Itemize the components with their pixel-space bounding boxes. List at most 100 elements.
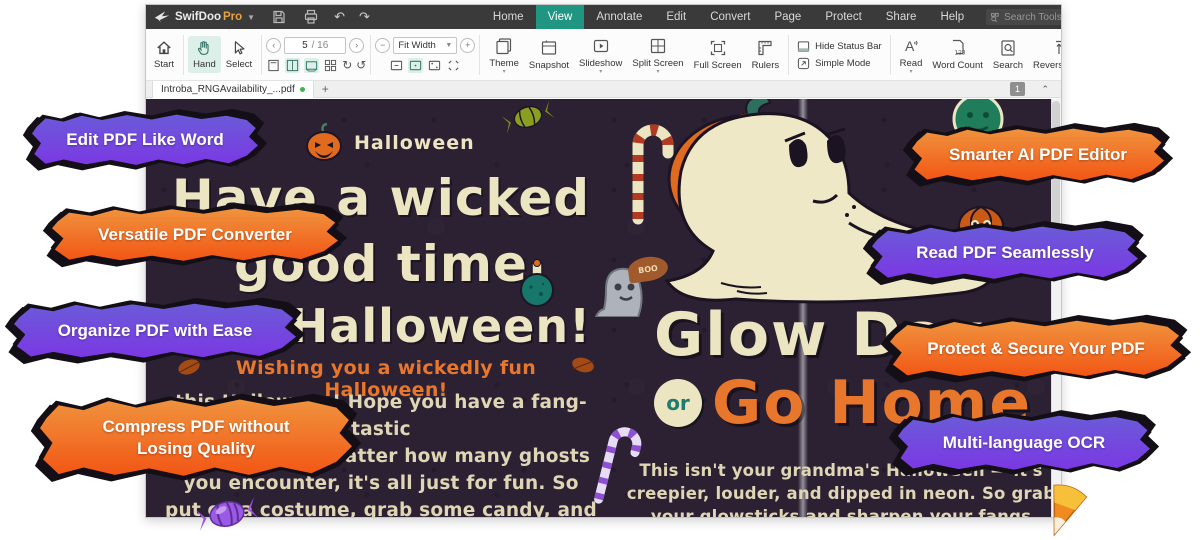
- menu-edit[interactable]: Edit: [654, 5, 698, 29]
- word-count-button[interactable]: 123 Word Count: [927, 35, 988, 74]
- menu-home[interactable]: Home: [481, 5, 536, 29]
- banner-label: Organize PDF with Ease: [42, 320, 269, 342]
- page-current: 5: [302, 40, 308, 51]
- slideshow-button[interactable]: Slideshow▾: [574, 33, 627, 77]
- select-tool-button[interactable]: Select: [221, 36, 257, 73]
- banner-label: Compress PDF without Losing Quality: [71, 416, 321, 460]
- split-screen-button[interactable]: Split Screen▾: [627, 33, 688, 77]
- view-toolbar: Start Hand Select ‹ 5 / 16 ›: [146, 29, 1061, 81]
- candy-corn-icon: [1038, 484, 1088, 538]
- fit-visible-icon[interactable]: [446, 58, 461, 73]
- purple-candy-icon: [196, 492, 258, 536]
- brand-name: SwifDooPro: [175, 11, 242, 23]
- zoom-value: Fit Width: [398, 40, 435, 51]
- hide-status-bar-icon: [797, 40, 810, 53]
- reverse-view-button[interactable]: Reverse View: [1028, 35, 1061, 74]
- banner-multilanguage-ocr: Multi-language OCR: [898, 414, 1150, 472]
- menu-protect[interactable]: Protect: [813, 5, 873, 29]
- split-screen-icon: [648, 36, 668, 56]
- green-candy-icon: [502, 99, 554, 135]
- next-page-button[interactable]: ›: [349, 38, 364, 53]
- svg-text:A: A: [905, 38, 915, 54]
- banner-label: Versatile PDF Converter: [82, 224, 308, 246]
- zoom-group: − Fit Width ▼ +: [375, 37, 475, 73]
- book-view-icon[interactable]: [304, 58, 319, 73]
- undo-icon[interactable]: ↶: [334, 10, 345, 25]
- actual-size-icon[interactable]: [389, 58, 404, 73]
- banner-read-pdf: Read PDF Seamlessly: [872, 225, 1138, 281]
- banner-smarter-ai: Smarter AI PDF Editor: [912, 127, 1164, 183]
- banner-compress-pdf: Compress PDF without Losing Quality: [40, 397, 352, 479]
- menu-help[interactable]: Help: [928, 5, 976, 29]
- banner-edit-pdf: Edit PDF Like Word: [32, 113, 258, 167]
- theme-button[interactable]: Theme▾: [484, 33, 524, 77]
- menu-view[interactable]: View: [536, 5, 585, 29]
- read-icon: A: [901, 36, 921, 56]
- menu-page[interactable]: Page: [762, 5, 813, 29]
- banner-versatile-converter: Versatile PDF Converter: [52, 207, 338, 263]
- collapse-toolbar-chevron[interactable]: ⌃: [1041, 81, 1049, 97]
- banner-protect-pdf: Protect & Secure Your PDF: [890, 319, 1182, 379]
- banner-label: Multi-language OCR: [927, 432, 1121, 454]
- print-icon[interactable]: [303, 9, 319, 25]
- single-page-view-icon[interactable]: [266, 58, 281, 73]
- search-doc-icon: [998, 38, 1018, 58]
- two-page-view-icon[interactable]: [285, 58, 300, 73]
- snapshot-icon: [539, 38, 559, 58]
- reverse-view-icon: [1052, 38, 1061, 58]
- redo-icon[interactable]: ↷: [359, 10, 370, 25]
- rotate-left-icon[interactable]: ↺: [356, 58, 366, 73]
- read-mode-button[interactable]: A Read▾: [895, 33, 928, 77]
- full-screen-icon: [708, 38, 728, 58]
- brand-edition: Pro: [223, 11, 242, 23]
- svg-text:123: 123: [954, 50, 965, 57]
- banner-organize-pdf: Organize PDF with Ease: [14, 302, 296, 360]
- menu-annotate[interactable]: Annotate: [584, 5, 654, 29]
- rotate-right-icon[interactable]: ↻: [342, 58, 352, 73]
- document-tab[interactable]: Introba_RNGAvailability_...pdf: [152, 81, 314, 98]
- search-tools-icon: [991, 13, 1000, 22]
- start-button[interactable]: Start: [149, 36, 179, 73]
- simple-mode-icon: [797, 57, 810, 70]
- simple-mode-toggle[interactable]: Simple Mode: [797, 57, 882, 70]
- new-tab-button[interactable]: +: [314, 82, 337, 96]
- fit-width-icon[interactable]: [408, 58, 423, 73]
- search-button[interactable]: Search: [988, 35, 1028, 74]
- page-navigation-group: ‹ 5 / 16 › ↻ ↺: [266, 37, 366, 73]
- full-screen-button[interactable]: Full Screen: [689, 35, 747, 74]
- snapshot-button[interactable]: Snapshot: [524, 35, 574, 74]
- saved-indicator-dot: [300, 87, 305, 92]
- poster-brand: Halloween: [354, 132, 475, 154]
- view-toggles: Hide Status Bar Simple Mode: [793, 40, 886, 70]
- banner-label: Smarter AI PDF Editor: [933, 144, 1143, 166]
- zoom-out-button[interactable]: −: [375, 38, 390, 53]
- word-count-icon: 123: [948, 38, 968, 58]
- banner-label: Edit PDF Like Word: [50, 129, 239, 151]
- hand-tool-button[interactable]: Hand: [188, 36, 221, 73]
- banner-label: Read PDF Seamlessly: [900, 242, 1110, 264]
- hide-status-bar-toggle[interactable]: Hide Status Bar: [797, 40, 882, 53]
- rulers-button[interactable]: Rulers: [747, 35, 784, 74]
- page-number-box[interactable]: 5 / 16: [284, 37, 346, 54]
- theme-icon: [494, 36, 514, 56]
- zoom-select[interactable]: Fit Width ▼: [393, 37, 457, 54]
- fit-page-icon[interactable]: [427, 58, 442, 73]
- hand-icon: [195, 39, 213, 57]
- grid-view-icon[interactable]: [323, 58, 338, 73]
- cursor-icon: [230, 39, 248, 57]
- or-circle: or: [654, 379, 702, 427]
- zoom-in-button[interactable]: +: [460, 38, 475, 53]
- main-menu: Home View Annotate Edit Convert Page Pro…: [481, 5, 976, 29]
- app-logo-icon: [154, 10, 170, 24]
- tab-title: Introba_RNGAvailability_...pdf: [161, 84, 295, 95]
- menu-convert[interactable]: Convert: [698, 5, 762, 29]
- brand-dropdown-caret[interactable]: ▼: [247, 13, 255, 22]
- banner-label: Protect & Secure Your PDF: [911, 338, 1161, 360]
- prev-page-button[interactable]: ‹: [266, 38, 281, 53]
- menu-share[interactable]: Share: [874, 5, 929, 29]
- save-icon[interactable]: [271, 9, 287, 25]
- search-tools-box[interactable]: Search Tools: [986, 9, 1061, 25]
- slideshow-icon: [591, 36, 611, 56]
- search-tools-placeholder: Search Tools: [1004, 12, 1061, 23]
- tab-bar: Introba_RNGAvailability_...pdf + 1 ⌃: [146, 81, 1061, 98]
